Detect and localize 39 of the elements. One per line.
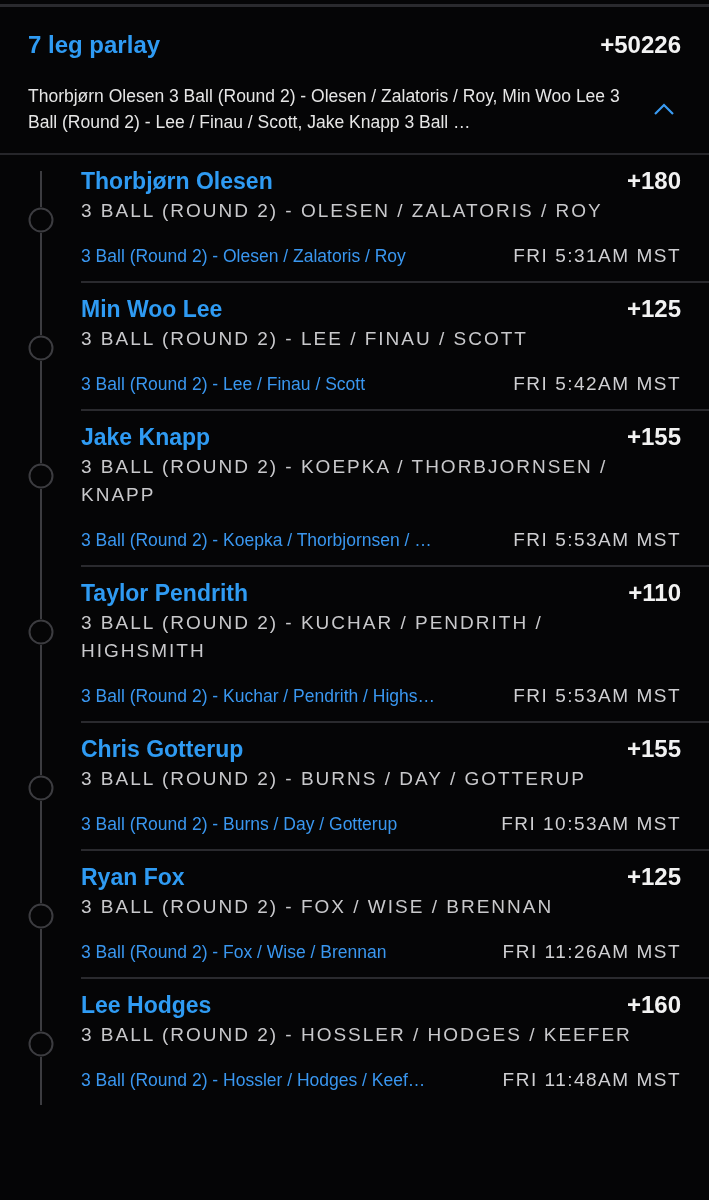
player-name: Taylor Pendrith xyxy=(81,579,248,607)
leg-odds: +180 xyxy=(626,167,681,195)
leg-odds: +110 xyxy=(628,579,681,607)
event-time: FRI 5:53AM MST xyxy=(513,685,681,707)
player-name: Lee Hodges xyxy=(81,991,212,1019)
market-text: 3 BALL (ROUND 2) - LEE / FINAU / SCOTT xyxy=(81,327,529,351)
market-text: 3 BALL (ROUND 2) - BURNS / DAY / GOTTERUP xyxy=(81,767,587,791)
event-time: FRI 10:53AM MST xyxy=(501,813,681,835)
event-time: FRI 5:53AM MST xyxy=(513,529,681,551)
leg-odds: +155 xyxy=(626,423,681,451)
event-link[interactable]: 3 Ball (Round 2) - Burns / Day / Gotterup xyxy=(81,813,398,835)
event-link[interactable]: 3 Ball (Round 2) - Kuchar / Pendrith / Highs… xyxy=(81,685,436,707)
market-text: 3 BALL (ROUND 2) - KUCHAR / PENDRITH / HIGHSMITH xyxy=(81,611,544,663)
event-link[interactable]: 3 Ball (Round 2) - Lee / Finau / Scott xyxy=(81,373,366,395)
market-text: 3 BALL (ROUND 2) - FOX / WISE / BRENNAN xyxy=(81,895,555,919)
player-name: Chris Gotterup xyxy=(81,735,244,763)
event-link[interactable]: 3 Ball (Round 2) - Fox / Wise / Brennan xyxy=(81,941,387,963)
market-text: 3 BALL (ROUND 2) - KOEPKA / THORBJORNSEN / KNAPP xyxy=(81,455,609,507)
chevron-up-icon[interactable] xyxy=(653,102,675,116)
parlay-title: 7 leg parlay xyxy=(28,31,161,59)
event-link[interactable]: 3 Ball (Round 2) - Hossler / Hodges / Keef… xyxy=(81,1069,426,1091)
event-link[interactable]: 3 Ball (Round 2) - Koepka / Thorbjornsen / … xyxy=(81,529,432,551)
player-name: Ryan Fox xyxy=(81,863,185,891)
event-time: FRI 11:48AM MST xyxy=(502,1069,681,1091)
market-text: 3 BALL (ROUND 2) - OLESEN / ZALATORIS / ROY xyxy=(81,199,604,223)
player-name: Thorbjørn Olesen xyxy=(81,167,273,195)
leg-odds: +125 xyxy=(626,863,681,891)
parlay-description: Thorbjørn Olesen 3 Ball (Round 2) - Olesen / Zalatoris / Roy, Min Woo Lee 3 Ball (Round 2) - Lee / Finau / Scott, Jake Knapp 3 Ball … xyxy=(28,85,621,134)
player-name: Jake Knapp xyxy=(81,423,211,451)
event-time: FRI 5:42AM MST xyxy=(513,373,681,395)
leg-odds: +155 xyxy=(626,735,681,763)
leg-odds: +160 xyxy=(626,991,681,1019)
event-time: FRI 5:31AM MST xyxy=(513,245,681,267)
leg-odds: +125 xyxy=(626,295,681,323)
event-link[interactable]: 3 Ball (Round 2) - Olesen / Zalatoris / Roy xyxy=(81,245,406,267)
parlay-odds: +50226 xyxy=(600,31,681,59)
market-text: 3 BALL (ROUND 2) - HOSSLER / HODGES / KEEFER xyxy=(81,1023,633,1047)
player-name: Min Woo Lee xyxy=(81,295,223,323)
event-time: FRI 11:26AM MST xyxy=(502,941,681,963)
